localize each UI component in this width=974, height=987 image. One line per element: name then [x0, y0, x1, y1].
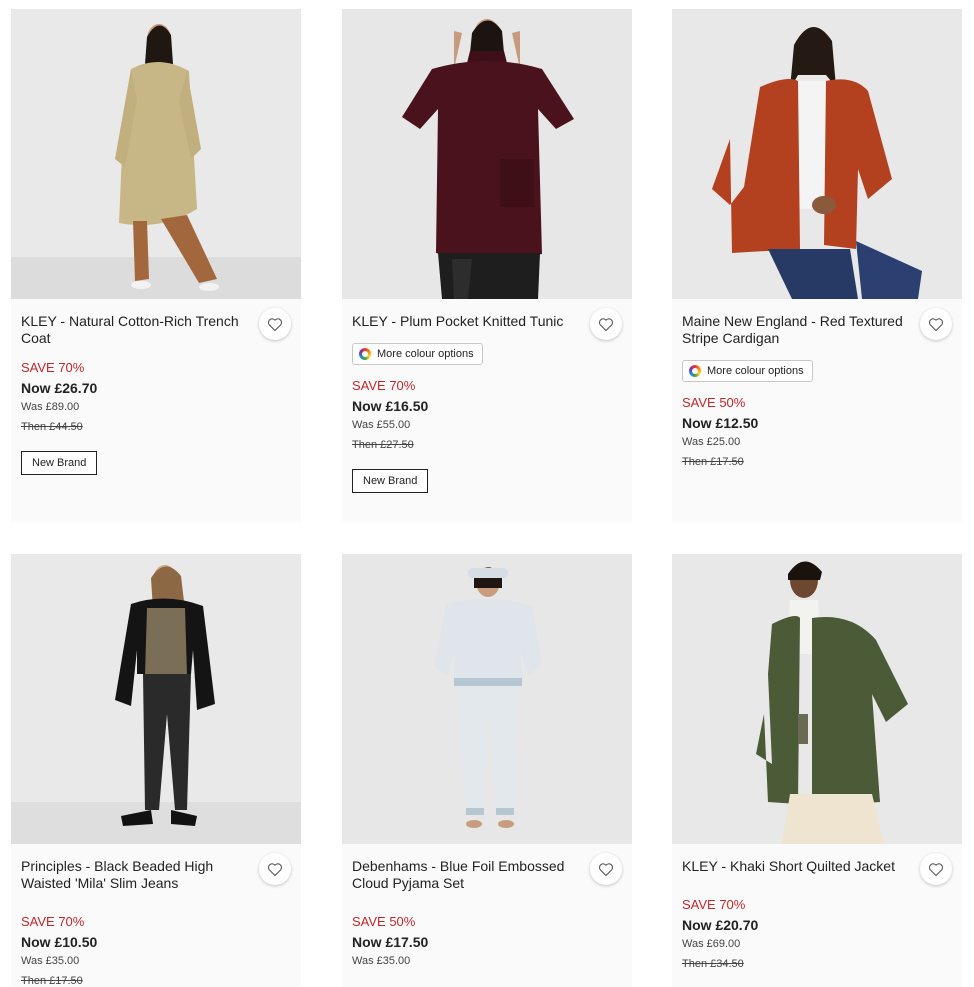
then-price: Then £27.50 — [352, 439, 414, 451]
product-image[interactable] — [11, 9, 301, 299]
current-price: Now £20.70 — [682, 917, 759, 933]
product-title[interactable]: Maine New England - Red Textured Stripe … — [682, 313, 908, 347]
product-card[interactable]: KLEY - Natural Cotton-Rich Trench Coat S… — [11, 9, 301, 522]
colour-wheel-icon — [359, 348, 371, 360]
heart-outline-icon — [267, 862, 283, 877]
discount-label: SAVE 70% — [352, 378, 416, 393]
heart-outline-icon — [598, 862, 614, 877]
discount-label: SAVE 70% — [21, 914, 85, 929]
wishlist-button[interactable] — [259, 853, 291, 885]
current-price: Now £16.50 — [352, 398, 429, 414]
was-price: Was £25.00 — [682, 436, 741, 448]
product-image[interactable] — [342, 554, 632, 844]
wishlist-button[interactable] — [920, 853, 952, 885]
new-brand-badge[interactable]: New Brand — [21, 451, 98, 475]
was-price: Was £55.00 — [352, 419, 411, 431]
heart-outline-icon — [928, 862, 944, 877]
product-card[interactable]: Maine New England - Red Textured Stripe … — [672, 9, 962, 522]
colour-options-label: More colour options — [707, 365, 804, 377]
current-price: Now £26.70 — [21, 380, 98, 396]
heart-outline-icon — [598, 317, 614, 332]
product-image[interactable] — [342, 9, 632, 299]
discount-label: SAVE 50% — [352, 914, 416, 929]
then-price: Then £44.50 — [21, 421, 83, 433]
more-colour-options-button[interactable]: More colour options — [682, 360, 813, 382]
product-card[interactable]: Principles - Black Beaded High Waisted '… — [11, 554, 301, 987]
product-title[interactable]: KLEY - Khaki Short Quilted Jacket — [682, 858, 908, 875]
colour-wheel-icon — [689, 365, 701, 377]
discount-label: SAVE 70% — [21, 360, 85, 375]
current-price: Now £17.50 — [352, 934, 429, 950]
heart-outline-icon — [928, 317, 944, 332]
product-card[interactable]: Debenhams - Blue Foil Embossed Cloud Pyj… — [342, 554, 632, 987]
then-price: Then £17.50 — [21, 975, 83, 987]
current-price: Now £10.50 — [21, 934, 98, 950]
product-title[interactable]: KLEY - Plum Pocket Knitted Tunic — [352, 313, 578, 330]
new-brand-badge[interactable]: New Brand — [352, 469, 429, 493]
current-price: Now £12.50 — [682, 415, 759, 431]
product-image[interactable] — [672, 554, 962, 844]
more-colour-options-button[interactable]: More colour options — [352, 343, 483, 365]
product-title[interactable]: Debenhams - Blue Foil Embossed Cloud Pyj… — [352, 858, 578, 892]
product-card[interactable]: KLEY - Plum Pocket Knitted Tunic More co… — [342, 9, 632, 522]
wishlist-button[interactable] — [590, 308, 622, 340]
heart-outline-icon — [267, 317, 283, 332]
product-image[interactable] — [672, 9, 962, 299]
wishlist-button[interactable] — [259, 308, 291, 340]
wishlist-button[interactable] — [920, 308, 952, 340]
discount-label: SAVE 70% — [682, 897, 746, 912]
colour-options-label: More colour options — [377, 348, 474, 360]
was-price: Was £89.00 — [21, 401, 80, 413]
product-title[interactable]: Principles - Black Beaded High Waisted '… — [21, 858, 247, 892]
was-price: Was £35.00 — [352, 955, 411, 967]
product-image[interactable] — [11, 554, 301, 844]
wishlist-button[interactable] — [590, 853, 622, 885]
then-price: Then £17.50 — [682, 456, 744, 468]
then-price: Then £34.50 — [682, 958, 744, 970]
was-price: Was £35.00 — [21, 955, 80, 967]
was-price: Was £69.00 — [682, 938, 741, 950]
discount-label: SAVE 50% — [682, 395, 746, 410]
product-card[interactable]: KLEY - Khaki Short Quilted Jacket SAVE 7… — [672, 554, 962, 987]
product-title[interactable]: KLEY - Natural Cotton-Rich Trench Coat — [21, 313, 247, 347]
